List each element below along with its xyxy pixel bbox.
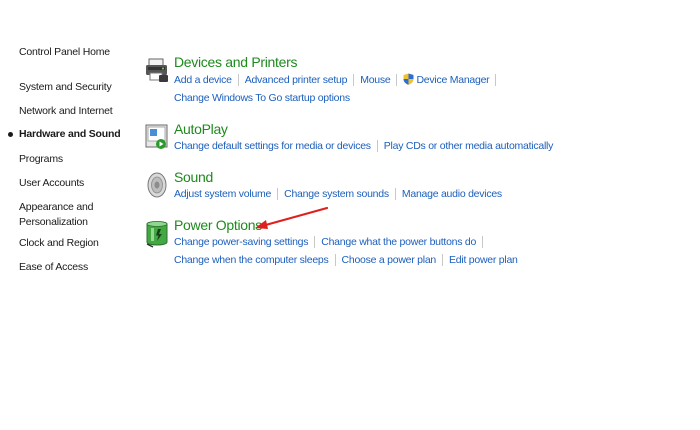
link-separator <box>334 254 336 267</box>
link-play-cds-or-other-media-automatically[interactable]: Play CDs or other media automatically <box>384 140 554 152</box>
power-options-links-row-1: Change power-saving settings Change what … <box>174 236 489 249</box>
devices-and-printers-links-row-1: Add a device Advanced printer setup Mouse D… <box>174 73 502 87</box>
link-change-system-sounds[interactable]: Change system sounds <box>284 188 389 200</box>
left-navigation: Control Panel Home System and Security N… <box>0 0 130 430</box>
uac-shield-icon <box>403 73 414 85</box>
link-advanced-printer-setup[interactable]: Advanced printer setup <box>245 74 348 86</box>
autoplay-title[interactable]: AutoPlay <box>174 121 228 137</box>
nav-item-appearance-and-personalization[interactable]: Appearance and Personalization <box>19 200 93 230</box>
power-options-links-row-2: Change when the computer sleeps Choose a … <box>174 254 518 267</box>
link-device-manager[interactable]: Device Manager <box>403 73 490 86</box>
link-separator <box>237 74 239 87</box>
nav-item-clock-and-region[interactable]: Clock and Region <box>19 236 99 251</box>
link-separator <box>353 74 355 87</box>
link-separator <box>495 74 497 87</box>
link-separator <box>277 188 279 201</box>
nav-item-hardware-and-sound[interactable]: Hardware and Sound <box>19 127 121 142</box>
autoplay-icon <box>145 124 169 150</box>
sound-links-row-1: Adjust system volume Change system sounds… <box>174 188 502 201</box>
link-choose-a-power-plan[interactable]: Choose a power plan <box>342 254 437 266</box>
printer-icon <box>145 57 169 83</box>
battery-icon <box>145 220 169 248</box>
link-change-power-saving-settings[interactable]: Change power-saving settings <box>174 236 309 248</box>
nav-item-ease-of-access[interactable]: Ease of Access <box>19 260 88 275</box>
link-separator <box>482 236 484 249</box>
link-change-windows-to-go-startup-options[interactable]: Change Windows To Go startup options <box>174 92 350 104</box>
active-bullet <box>8 132 13 137</box>
link-change-default-settings-for-media-or-devices[interactable]: Change default settings for media or dev… <box>174 140 371 152</box>
link-manage-audio-devices[interactable]: Manage audio devices <box>402 188 502 200</box>
nav-item-programs[interactable]: Programs <box>19 152 63 167</box>
link-add-a-device[interactable]: Add a device <box>174 74 232 86</box>
sound-title[interactable]: Sound <box>174 169 213 185</box>
link-separator <box>396 74 398 87</box>
link-edit-power-plan[interactable]: Edit power plan <box>449 254 518 266</box>
devices-and-printers-links-row-2: Change Windows To Go startup options <box>174 92 350 104</box>
link-separator <box>314 236 316 249</box>
speaker-icon <box>145 172 169 198</box>
nav-item-system-and-security[interactable]: System and Security <box>19 80 112 95</box>
nav-item-user-accounts[interactable]: User Accounts <box>19 176 84 191</box>
power-options-title[interactable]: Power Options <box>174 217 262 233</box>
link-change-what-the-power-buttons-do[interactable]: Change what the power buttons do <box>321 236 476 248</box>
link-separator <box>376 140 378 153</box>
link-separator <box>394 188 396 201</box>
devices-and-printers-title[interactable]: Devices and Printers <box>174 54 297 70</box>
link-adjust-system-volume[interactable]: Adjust system volume <box>174 188 271 200</box>
autoplay-links-row-1: Change default settings for media or dev… <box>174 140 554 153</box>
link-mouse[interactable]: Mouse <box>360 74 391 86</box>
link-device-manager-label: Device Manager <box>416 74 490 86</box>
nav-item-network-and-internet[interactable]: Network and Internet <box>19 104 113 119</box>
link-change-when-the-computer-sleeps[interactable]: Change when the computer sleeps <box>174 254 329 266</box>
link-separator <box>442 254 444 267</box>
nav-control-panel-home[interactable]: Control Panel Home <box>19 45 110 60</box>
annotation-arrow <box>255 206 329 229</box>
